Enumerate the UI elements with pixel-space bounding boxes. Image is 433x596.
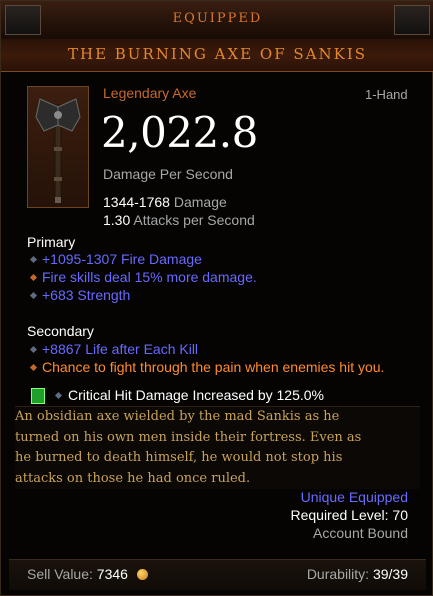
primary-affix: +683 Strength — [42, 287, 131, 303]
socket-bullet-icon — [54, 391, 63, 400]
gold-coin-icon — [137, 569, 148, 580]
required-level: Required Level: 70 — [290, 507, 408, 523]
item-tooltip: EQUIPPED THE BURNING AXE OF SANKIS Legen… — [0, 0, 433, 596]
sell-value: Sell Value: 7346 — [27, 566, 128, 582]
item-name: THE BURNING AXE OF SANKIS — [67, 45, 368, 63]
flavor-line: he burned to death himself, he would not… — [15, 450, 343, 465]
durability-value: 39/39 — [372, 566, 408, 582]
affix-bullet-icon — [29, 255, 38, 264]
aps-value: 1.30 — [103, 212, 131, 228]
item-type: Legendary Axe — [103, 85, 197, 101]
damage-label: Damage — [173, 194, 227, 210]
primary-affix: Fire skills deal 15% more damage. — [42, 269, 257, 285]
flavor-line: attacks on those he had once ruled. — [15, 470, 251, 486]
secondary-affix: +8867 Life after Each Kill — [42, 341, 199, 357]
affix-bullet-icon — [29, 345, 38, 354]
damage-line: 1344-1768 Damage — [103, 194, 227, 210]
footer-bar: Sell Value: 7346 Durability: 39/39 — [9, 559, 426, 590]
primary-affix: +1095-1307 Fire Damage — [42, 251, 202, 267]
axe-icon — [35, 98, 81, 203]
dps-value: 2,022.8 — [101, 108, 258, 157]
flavor-text: An obsidian axe wielded by the mad Sanki… — [15, 406, 420, 489]
secondary-heading: Secondary — [27, 323, 94, 339]
item-name-banner: THE BURNING AXE OF SANKIS — [1, 39, 433, 72]
secondary-affix: Chance to fight through the pain when en… — [42, 359, 385, 375]
item-icon-frame — [27, 86, 89, 208]
sell-amount: 7346 — [96, 566, 128, 582]
durability-label: Durability: — [306, 566, 370, 582]
aps-line: 1.30 Attacks per Second — [103, 212, 255, 228]
sell-label: Sell Value: — [27, 566, 93, 582]
flavor-line: turned on his own men inside their fortr… — [15, 429, 362, 445]
unique-equipped: Unique Equipped — [300, 489, 408, 505]
legendary-affix-bullet-icon — [29, 363, 38, 372]
legendary-affix-bullet-icon — [29, 273, 38, 282]
header-corner-right — [394, 5, 430, 35]
affix-bullet-icon — [29, 291, 38, 300]
emerald-gem-icon — [31, 388, 45, 404]
aps-label: Attacks per Second — [133, 212, 255, 228]
equipped-header: EQUIPPED — [1, 1, 433, 40]
account-bound: Account Bound — [313, 525, 408, 541]
flavor-line: An obsidian axe wielded by the mad Sanki… — [15, 409, 340, 424]
primary-heading: Primary — [27, 234, 76, 250]
item-slot: 1-Hand — [365, 87, 408, 102]
durability: Durability: 39/39 — [307, 566, 408, 582]
equipped-title: EQUIPPED — [172, 11, 263, 26]
socket-effect: Critical Hit Damage Increased by 125.0% — [68, 387, 325, 403]
dps-label: Damage Per Second — [103, 166, 233, 182]
damage-range: 1344-1768 — [103, 194, 170, 210]
